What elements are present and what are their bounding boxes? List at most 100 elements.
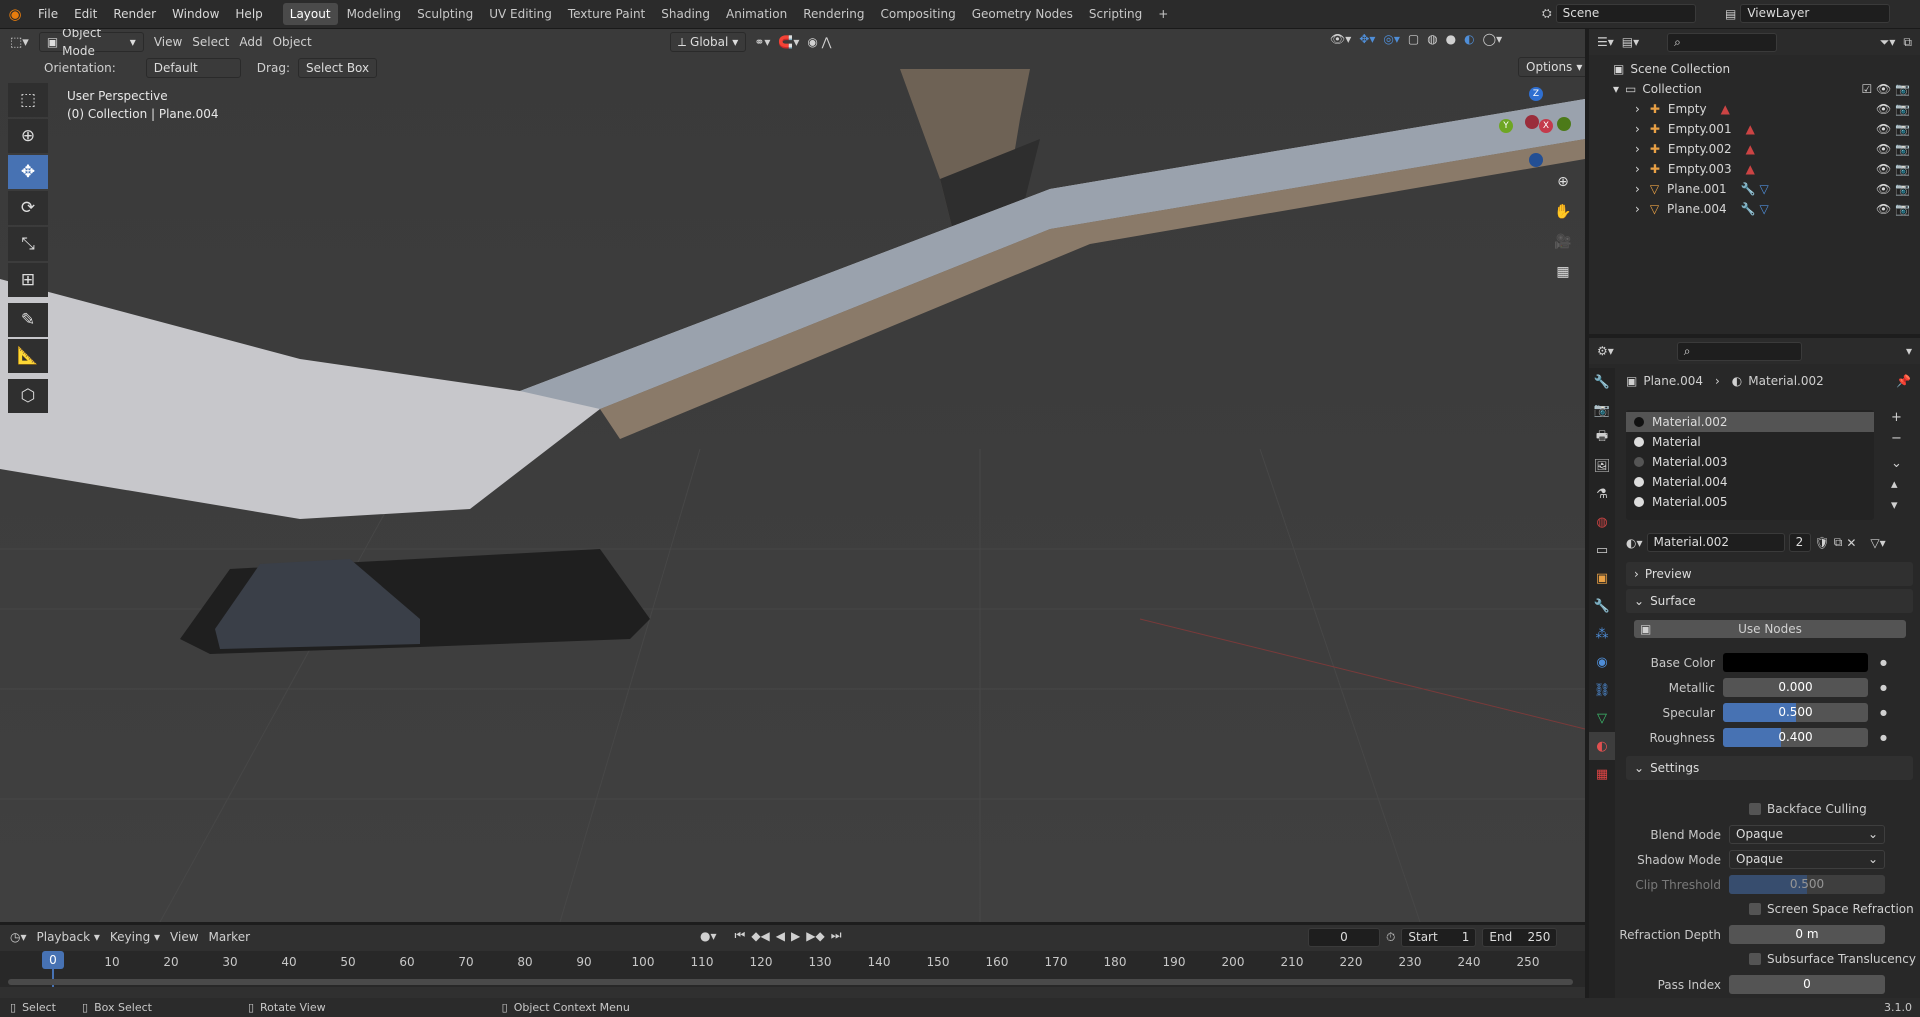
ortho-grid-icon[interactable]: ▦: [1550, 259, 1576, 285]
collection-tab-icon[interactable]: ▭: [1589, 536, 1615, 564]
outliner-search-input[interactable]: ⌕: [1667, 32, 1778, 52]
object-tab-icon[interactable]: ▣: [1589, 564, 1615, 592]
settings-panel-header[interactable]: ⌄ Settings: [1626, 756, 1913, 780]
outliner-scene-collection[interactable]: ▣ Scene Collection: [1589, 59, 1920, 79]
options-button[interactable]: Options ▾: [1518, 57, 1585, 77]
outliner-item[interactable]: › ✚ Empty.003 ▲ 👁 📷: [1589, 159, 1920, 179]
list-item[interactable]: Material: [1626, 432, 1874, 452]
properties-search-input[interactable]: ⌕: [1676, 341, 1802, 361]
world-tab-icon[interactable]: ◍: [1589, 508, 1615, 536]
fake-user-shield-icon[interactable]: 🛡: [1815, 536, 1830, 550]
tab-uv-editing[interactable]: UV Editing: [482, 3, 559, 25]
subsurface-translucency-checkbox[interactable]: Subsurface Translucency: [1749, 952, 1916, 966]
surface-panel-header[interactable]: ⌄ Surface: [1626, 589, 1913, 613]
navigation-gizmo[interactable]: Z Y X: [1495, 87, 1575, 167]
scale-tool-icon[interactable]: ⤡: [8, 227, 48, 261]
duplicate-icon[interactable]: ⧉: [1834, 535, 1843, 550]
select-box-tool-icon[interactable]: ⬚: [8, 83, 48, 117]
overlay-toggle-icon[interactable]: ◎▾: [1383, 32, 1400, 46]
record-icon[interactable]: ●▾: [700, 929, 717, 943]
outliner-item[interactable]: › ▽ Plane.004 🔧 ▽ 👁 📷: [1589, 199, 1920, 219]
end-frame-field[interactable]: End 250: [1482, 928, 1558, 947]
backface-culling-checkbox[interactable]: Backface Culling: [1749, 802, 1867, 816]
expand-arrow-icon[interactable]: ›: [1635, 202, 1640, 216]
rendered-shading-icon[interactable]: ◯▾: [1483, 32, 1502, 46]
view-layer-field[interactable]: ViewLayer: [1740, 4, 1891, 23]
new-collection-icon[interactable]: ⧉: [1903, 35, 1912, 50]
list-item[interactable]: Material.005: [1626, 492, 1874, 512]
link-dropdown-icon[interactable]: ▽▾: [1870, 536, 1885, 550]
display-mode-icon[interactable]: ▤▾: [1622, 35, 1639, 49]
visibility-toggle-icon[interactable]: 👁 📷: [1876, 142, 1910, 156]
x-axis-icon[interactable]: X: [1539, 119, 1553, 133]
visibility-toggle-icon[interactable]: 👁 📷: [1876, 182, 1910, 196]
specular-slider[interactable]: 0.500: [1723, 703, 1868, 722]
menu-help[interactable]: Help: [227, 7, 270, 21]
view-layer-icon[interactable]: ▤: [1725, 7, 1736, 21]
neg-y-axis-icon[interactable]: [1557, 117, 1571, 131]
close-icon[interactable]: ✕: [1846, 536, 1856, 550]
roughness-slider[interactable]: 0.400: [1723, 728, 1868, 747]
blend-mode-dropdown[interactable]: Opaque ⌄: [1729, 825, 1885, 844]
move-tool-icon[interactable]: ✥: [8, 155, 48, 189]
annotate-tool-icon[interactable]: ✎: [8, 303, 48, 337]
menu-select[interactable]: Select: [192, 35, 229, 49]
texture-tab-icon[interactable]: ▦: [1589, 760, 1615, 788]
menu-add[interactable]: Add: [239, 35, 262, 49]
timeline-scrubber[interactable]: 0 10 20 30 40 50 60 70 80 90 100 110 120 130 140 150 160…: [0, 951, 1585, 987]
measure-tool-icon[interactable]: 📐: [8, 339, 48, 373]
filter-icon[interactable]: ⏷▾: [1880, 35, 1896, 50]
visibility-toggle-icon[interactable]: 👁 📷: [1876, 162, 1910, 176]
expand-arrow-icon[interactable]: ›: [1635, 142, 1640, 156]
keyframe-dot-icon[interactable]: ●: [1880, 733, 1887, 742]
jump-end-icon[interactable]: ⏭: [831, 928, 842, 943]
properties-editor-icon[interactable]: ⚙▾: [1597, 344, 1614, 358]
pass-index-field[interactable]: 0: [1729, 975, 1885, 994]
add-slot-icon[interactable]: +: [1891, 410, 1902, 425]
material-browse-icon[interactable]: ◐▾: [1626, 536, 1643, 550]
menu-object[interactable]: Object: [273, 35, 312, 49]
pivot-icon[interactable]: ⚭▾: [754, 35, 770, 49]
menu-view[interactable]: View: [170, 930, 198, 944]
list-item[interactable]: Material.002: [1626, 412, 1874, 432]
tab-modeling[interactable]: Modeling: [340, 3, 409, 25]
scene-field[interactable]: Scene: [1555, 4, 1696, 23]
jump-start-icon[interactable]: ⏮: [735, 928, 746, 943]
wireframe-shading-icon[interactable]: ◍: [1427, 32, 1437, 46]
refraction-depth-field[interactable]: 0 m: [1729, 925, 1885, 944]
tab-shading[interactable]: Shading: [654, 3, 717, 25]
slot-menu-icon[interactable]: ⌄: [1891, 456, 1902, 471]
playhead[interactable]: 0: [42, 951, 64, 969]
material-slot-list[interactable]: Material.002 Material Material.003 Mater…: [1626, 410, 1874, 520]
chevron-down-icon[interactable]: ▾: [1906, 344, 1912, 358]
expand-arrow-icon[interactable]: ›: [1635, 102, 1640, 116]
next-keyframe-icon[interactable]: ▶◆: [806, 929, 824, 943]
stopwatch-icon[interactable]: ⏱: [1386, 930, 1395, 945]
collection-visibility-icons[interactable]: ☑ 👁 📷: [1861, 82, 1910, 96]
clip-threshold-slider[interactable]: 0.500: [1729, 875, 1885, 894]
transform-orientation-dropdown[interactable]: ⟂ Global ▾: [670, 32, 747, 52]
list-item[interactable]: Material.004: [1626, 472, 1874, 492]
use-nodes-button[interactable]: ▣ Use Nodes: [1634, 620, 1906, 638]
outliner-collection[interactable]: ▾ ▭ Collection ☑ 👁 📷: [1589, 79, 1920, 99]
tool-tab-icon[interactable]: 🔧: [1589, 368, 1615, 396]
view-layer-tab-icon[interactable]: 🖼: [1589, 452, 1615, 480]
rotate-tool-icon[interactable]: ⟳: [8, 191, 48, 225]
scene-icon[interactable]: ⛭: [1542, 6, 1552, 21]
prev-keyframe-icon[interactable]: ◆◀: [751, 929, 769, 943]
tab-geometry-nodes[interactable]: Geometry Nodes: [965, 3, 1080, 25]
expand-arrow-icon[interactable]: ▾: [1613, 82, 1619, 96]
orientation-dropdown[interactable]: Default: [145, 58, 241, 78]
material-name-field[interactable]: Material.002: [1646, 533, 1785, 552]
timeline-scrollbar[interactable]: [8, 979, 1573, 985]
menu-render[interactable]: Render: [105, 7, 164, 21]
metallic-slider[interactable]: 0.000: [1723, 678, 1868, 697]
particles-tab-icon[interactable]: ⁂: [1589, 620, 1615, 648]
outliner-item[interactable]: › ✚ Empty.002 ▲ 👁 📷: [1589, 139, 1920, 159]
preview-panel-header[interactable]: › Preview: [1626, 562, 1913, 586]
add-workspace-button[interactable]: +: [1151, 3, 1175, 25]
tab-sculpting[interactable]: Sculpting: [410, 3, 480, 25]
gizmo-toggle-icon[interactable]: ✥▾: [1359, 32, 1375, 46]
mode-dropdown[interactable]: ▣ Object Mode ▾: [38, 29, 144, 58]
visibility-icon[interactable]: 👁▾: [1330, 32, 1351, 46]
